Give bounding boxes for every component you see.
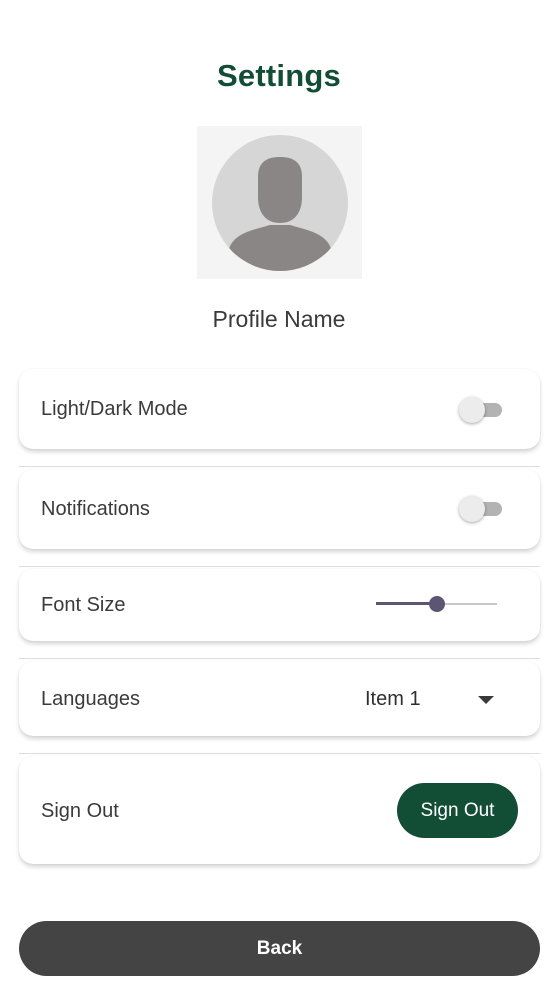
settings-screen: Settings Profile Name Light/Dark Mode No… [0,0,558,1002]
notifications-toggle-thumb [459,496,485,522]
sign-out-button[interactable]: Sign Out [397,783,518,838]
font-size-slider[interactable] [376,594,497,614]
back-button-label: Back [256,937,303,959]
theme-setting-card: Light/Dark Mode [19,369,540,449]
profile-name: Profile Name [212,306,346,332]
theme-setting-label: Light/Dark Mode [41,398,188,420]
sign-out-setting-card: Sign Out Sign Out [19,756,540,864]
notifications-toggle[interactable] [459,495,505,523]
theme-toggle-thumb [459,397,485,423]
divider [19,466,540,467]
theme-toggle[interactable] [459,396,505,424]
sign-out-setting-label: Sign Out [41,800,119,822]
caret-down-icon[interactable] [478,696,494,704]
divider [19,566,540,567]
font-size-setting-label: Font Size [41,594,126,616]
languages-setting-label: Languages [41,688,140,710]
page-title: Settings [217,58,341,93]
notifications-setting-label: Notifications [41,498,150,520]
font-size-setting-card: Font Size [19,569,540,641]
font-size-slider-fill [376,602,437,605]
languages-setting-card: Languages Item 1 [19,661,540,736]
languages-select-value[interactable]: Item 1 [365,688,421,711]
back-button[interactable]: Back [19,921,540,976]
divider [19,658,540,659]
divider [19,753,540,754]
font-size-slider-thumb[interactable] [429,596,445,612]
notifications-setting-card: Notifications [19,469,540,549]
sign-out-button-label: Sign Out [420,799,495,821]
avatar[interactable] [197,126,362,279]
person-silhouette-icon [212,135,348,271]
